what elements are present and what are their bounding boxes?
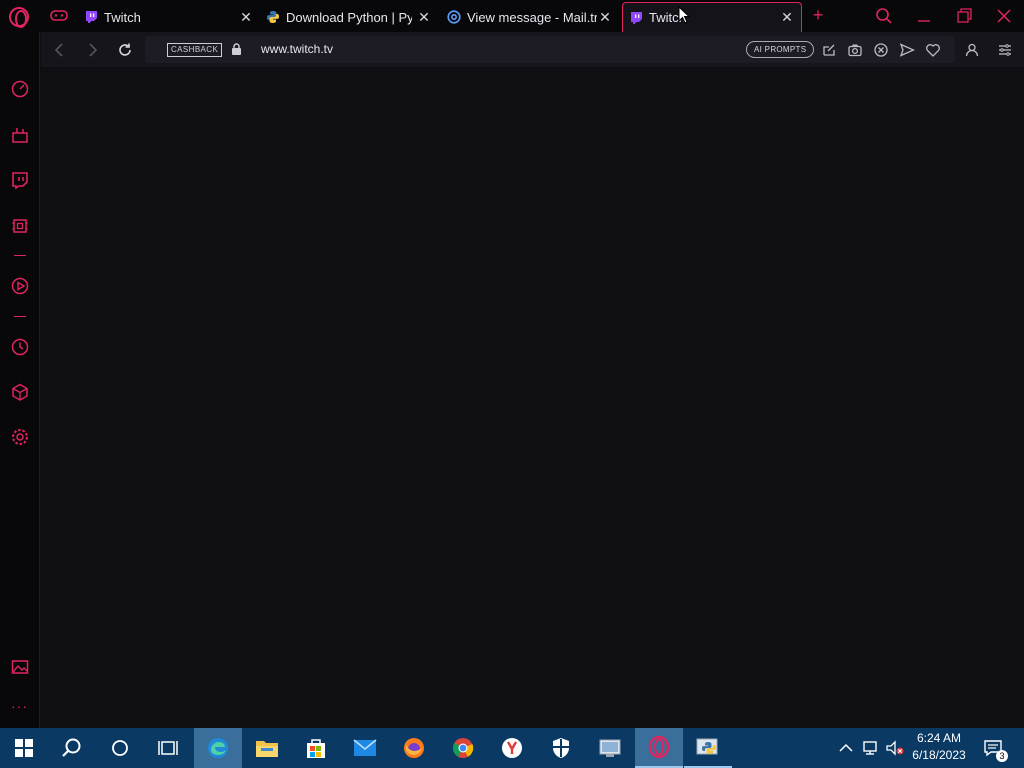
- tray-overflow-chevron-icon[interactable]: [838, 742, 854, 754]
- cashback-badge[interactable]: CASHBACK: [167, 43, 223, 57]
- clock-date: 6/18/2023: [912, 748, 966, 762]
- tab-title: View message - Mail.tm: [467, 9, 597, 25]
- search-icon[interactable]: [874, 6, 894, 26]
- tab-python-download[interactable]: Download Python | Pyth ✕: [266, 4, 432, 30]
- network-icon[interactable]: [862, 740, 880, 756]
- twitch-icon: [86, 11, 97, 23]
- task-view-button[interactable]: [144, 728, 192, 768]
- tab-title: Twitch: [104, 9, 141, 25]
- url-text[interactable]: www.twitch.tv: [261, 42, 333, 56]
- bookmark-heart-icon[interactable]: [925, 42, 941, 58]
- opera-gx-menu-icon[interactable]: [9, 7, 29, 28]
- cortana-button[interactable]: [96, 728, 144, 768]
- search-icon: [62, 738, 81, 757]
- settings-icon[interactable]: [10, 427, 30, 447]
- tab-title: Download Python | Pyth: [286, 9, 412, 25]
- taskbar-python-app[interactable]: [684, 728, 732, 768]
- windows-taskbar: 6:24 AM 6/18/2023: [0, 728, 1024, 768]
- sidebar-more-icon[interactable]: ···: [11, 698, 28, 714]
- gx-sidebar: ···: [0, 32, 40, 728]
- taskbar-opera-gx[interactable]: [635, 728, 683, 768]
- store-icon: [307, 739, 325, 758]
- player-icon[interactable]: [10, 276, 30, 296]
- gx-cleaner-icon[interactable]: [10, 216, 30, 236]
- taskbar-system-app[interactable]: [586, 728, 634, 768]
- tab-close-icon[interactable]: ✕: [597, 9, 613, 25]
- taskbar-microsoft-store[interactable]: [292, 728, 340, 768]
- python-app-icon: [696, 738, 718, 755]
- monitor-app-icon: [599, 739, 621, 757]
- easy-setup-icon[interactable]: [996, 41, 1014, 59]
- task-view-icon: [158, 741, 178, 755]
- tab-close-icon[interactable]: ✕: [238, 9, 254, 25]
- tab-strip: Twitch ✕ Download Python | Pyth ✕ View m…: [0, 0, 1024, 32]
- taskbar-mail[interactable]: [341, 728, 389, 768]
- sidebar-divider: [14, 316, 26, 317]
- address-bar[interactable]: CASHBACK www.twitch.tv AI PROMPTS: [145, 36, 955, 63]
- cortana-icon: [112, 740, 128, 756]
- taskbar-clock[interactable]: 6:24 AM 6/18/2023: [904, 730, 974, 764]
- tab-close-icon[interactable]: ✕: [416, 9, 432, 25]
- volume-muted-icon[interactable]: [885, 740, 905, 756]
- twitch-icon: [631, 11, 642, 24]
- page-content: [41, 67, 1024, 728]
- taskbar-file-explorer[interactable]: [243, 728, 291, 768]
- tab-mail[interactable]: View message - Mail.tm ✕: [447, 4, 613, 30]
- ad-blocker-icon[interactable]: [873, 42, 889, 58]
- screen: Twitch ✕ Download Python | Pyth ✕ View m…: [0, 0, 1024, 768]
- taskbar-security[interactable]: [537, 728, 585, 768]
- tab-twitch[interactable]: Twitch ✕: [84, 4, 254, 30]
- wallpaper-icon[interactable]: [10, 657, 30, 677]
- share-icon[interactable]: [821, 42, 837, 58]
- clock-time: 6:24 AM: [916, 731, 962, 745]
- browser-toolbar: CASHBACK www.twitch.tv AI PROMPTS: [41, 32, 1024, 67]
- new-tab-button[interactable]: +: [810, 6, 826, 24]
- sidebar-divider: [14, 255, 26, 256]
- tab-twitch-active[interactable]: Twitch ✕: [622, 2, 802, 32]
- minimize-icon[interactable]: [914, 6, 934, 26]
- taskbar-firefox[interactable]: [390, 728, 438, 768]
- extensions-icon[interactable]: [10, 382, 30, 402]
- gx-corner-icon[interactable]: [50, 8, 68, 22]
- lock-icon[interactable]: [231, 43, 242, 55]
- shield-icon: [553, 738, 569, 758]
- forward-icon[interactable]: [83, 41, 101, 59]
- send-icon[interactable]: [899, 42, 915, 58]
- camera-icon[interactable]: [847, 42, 863, 58]
- opera-gx-icon: [648, 735, 670, 759]
- chrome-icon: [452, 738, 474, 758]
- speed-dial-icon[interactable]: [10, 79, 30, 99]
- mail-icon: [353, 739, 377, 756]
- account-icon[interactable]: [963, 41, 981, 59]
- back-icon[interactable]: [51, 41, 69, 59]
- ai-prompts-button[interactable]: AI PROMPTS: [746, 41, 815, 58]
- python-icon: [267, 11, 279, 23]
- taskbar-search-button[interactable]: [48, 728, 96, 768]
- edge-icon: [208, 738, 228, 758]
- start-button[interactable]: [0, 728, 48, 768]
- folder-icon: [256, 741, 278, 757]
- tab-close-icon[interactable]: ✕: [779, 9, 795, 25]
- yandex-icon: [502, 738, 522, 758]
- gx-control-icon[interactable]: [10, 125, 30, 145]
- restore-icon[interactable]: [954, 6, 974, 26]
- mouse-cursor-icon: [678, 6, 690, 24]
- reload-icon[interactable]: [116, 41, 134, 59]
- taskbar-yandex[interactable]: [488, 728, 536, 768]
- windows-logo-icon: [15, 739, 33, 757]
- history-icon[interactable]: [10, 337, 30, 357]
- at-icon: [447, 10, 461, 24]
- notification-count-badge: 3: [996, 750, 1008, 762]
- close-window-icon[interactable]: [994, 6, 1014, 26]
- taskbar-edge[interactable]: [194, 728, 242, 768]
- taskbar-chrome[interactable]: [439, 728, 487, 768]
- twitch-icon[interactable]: [10, 170, 30, 190]
- firefox-icon: [404, 738, 424, 758]
